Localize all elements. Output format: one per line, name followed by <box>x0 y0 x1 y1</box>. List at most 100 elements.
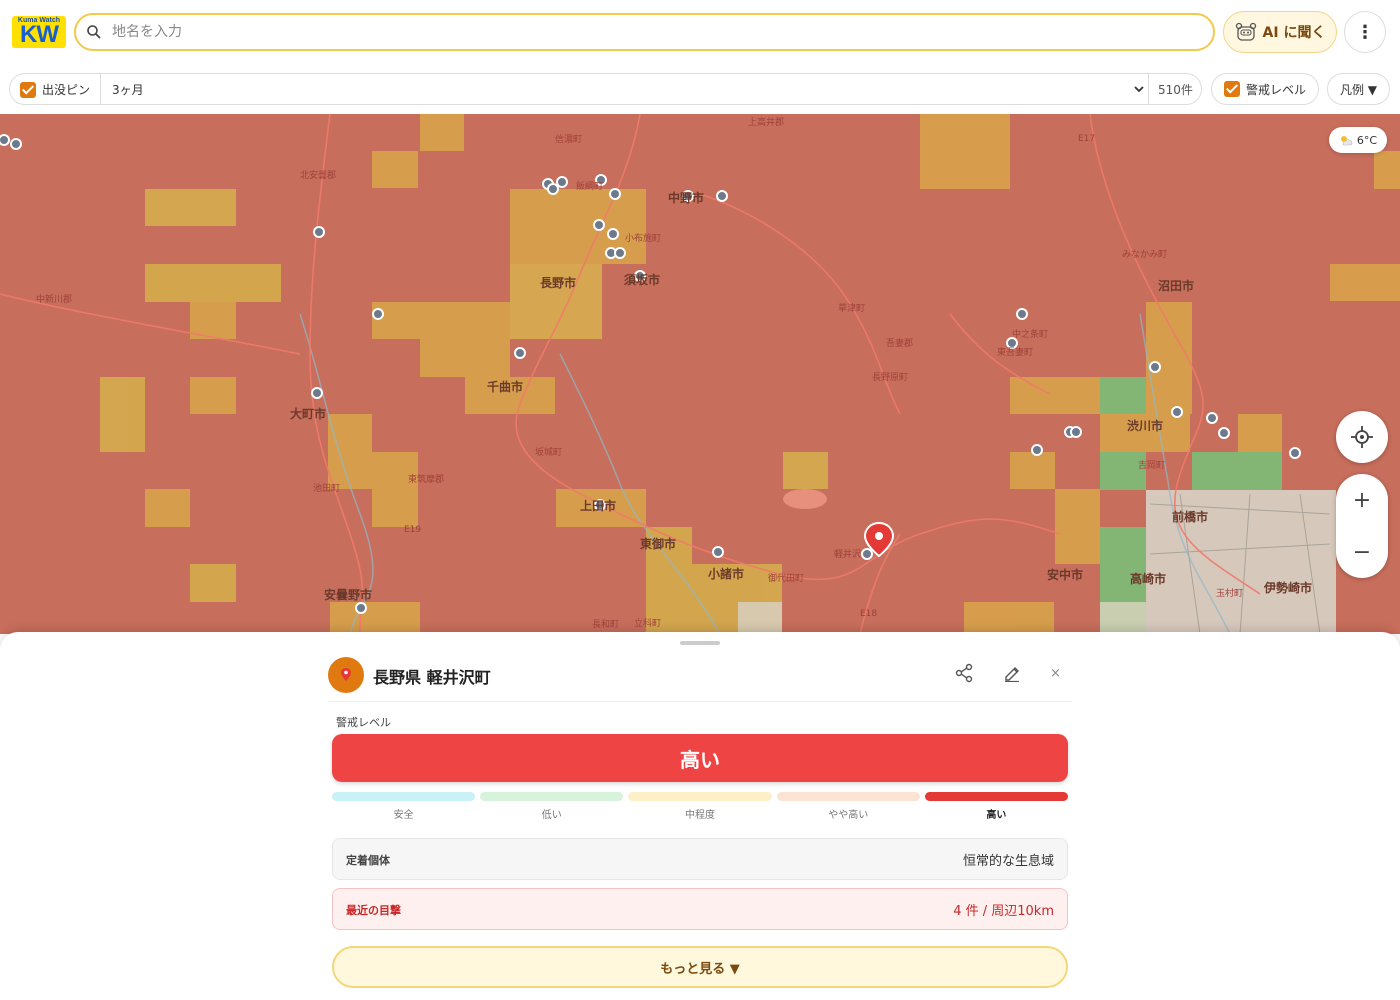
top-bar: Kuma Watch KW AI に聞く ⋮ <box>0 0 1400 64</box>
map-place-label: 高崎市 <box>1130 572 1167 586</box>
app-logo[interactable]: Kuma Watch KW <box>12 16 66 48</box>
location-avatar <box>328 657 364 693</box>
alert-level-toggle[interactable]: 警戒レベル <box>1211 73 1319 105</box>
crosshair-icon <box>1351 426 1373 448</box>
pin-filter-group: 出没ピン 3ヶ月 510件 <box>9 73 1202 105</box>
scale-item: 安全 <box>332 792 476 822</box>
map-place-label: 東筑摩郡 <box>408 475 445 485</box>
map-place-label: 長野原町 <box>872 373 909 383</box>
zoom-in-button[interactable]: + <box>1336 474 1388 526</box>
pins-label: 出没ピン <box>42 83 91 97</box>
map-place-label: 安中市 <box>1047 568 1084 582</box>
map-place-label: 北安曇郡 <box>300 171 337 181</box>
map-place-label: 立科町 <box>634 619 662 629</box>
map-place-label: 御代田町 <box>768 574 805 584</box>
map-place-label: 吾妻郡 <box>886 339 914 349</box>
scale-bar <box>480 792 624 801</box>
kebab-icon: ⋮ <box>1356 21 1374 43</box>
ask-ai-button[interactable]: AI に聞く <box>1223 11 1337 53</box>
map-place-label: 吉岡町 <box>1138 461 1166 471</box>
scale-item: やや高い <box>776 792 920 822</box>
scale-label: やや高い <box>828 810 869 821</box>
map-place-label: 中新川郡 <box>36 295 73 305</box>
close-icon[interactable]: × <box>1050 666 1061 681</box>
map-place-label: みなかみ町 <box>1122 250 1168 260</box>
map-place-label: 安曇野市 <box>324 588 373 602</box>
weather-chip[interactable]: 6°C <box>1329 127 1387 153</box>
scale-bar <box>628 792 772 801</box>
partly-cloudy-icon <box>1340 136 1353 146</box>
search-box[interactable] <box>74 13 1215 51</box>
alert-level-label: 警戒レベル <box>1245 82 1306 97</box>
recent-sightings-key: 最近の目撃 <box>346 904 401 917</box>
map-view[interactable]: 長野市 須坂市 中野市千曲市大町市上田市東御市小諸市安曇野市 沼田市渋川市前橋市高崎市… <box>0 114 1400 634</box>
map-place-label: 長野市 <box>540 276 577 290</box>
temperature-label: 6°C <box>1356 133 1378 147</box>
map-place-label: 須坂市 <box>624 273 661 287</box>
map-place-label: 坂城町 <box>535 448 563 458</box>
scale-item: 低い <box>480 792 624 822</box>
map-place-label: 草津町 <box>838 304 866 314</box>
scale-label: 高い <box>986 810 1007 821</box>
zoom-controls: + − <box>1336 474 1388 578</box>
map-place-label: 小諸市 <box>708 567 745 581</box>
map-place-label: 大町市 <box>290 407 327 421</box>
location-title: 長野県 軽井沢町 <box>373 668 491 687</box>
map-place-label: 前橋市 <box>1172 510 1209 524</box>
share-icon[interactable] <box>954 663 974 683</box>
resident-value: 恒常的な生息域 <box>962 854 1054 869</box>
zoom-out-button[interactable]: − <box>1336 526 1388 578</box>
map-place-label: 長和町 <box>592 620 620 630</box>
more-menu-button[interactable]: ⋮ <box>1344 11 1386 53</box>
map-place-label: E18 <box>860 609 878 619</box>
drag-handle[interactable] <box>680 641 720 645</box>
map-place-label: 上田市 <box>580 499 617 513</box>
alert-level-heading: 警戒レベル <box>336 716 391 729</box>
map-pin-icon <box>341 668 351 681</box>
map-place-label: E17 <box>1078 134 1096 144</box>
map-place-label: 中之条町 <box>1012 330 1049 340</box>
search-input[interactable] <box>112 21 1192 43</box>
map-place-label: 中野市 <box>668 191 705 205</box>
recent-sightings-row[interactable]: 最近の目撃 4 件 / 周辺10km <box>332 888 1068 930</box>
chevron-down-icon[interactable] <box>1133 80 1145 98</box>
scale-label: 低い <box>541 810 562 821</box>
alert-level-scale: 安全 低い 中程度 やや高い 高い <box>332 792 1069 822</box>
map-place-label: 渋川市 <box>1127 419 1164 433</box>
logo-mark: KW <box>20 21 59 48</box>
scale-label: 中程度 <box>685 810 715 821</box>
scale-item: 中程度 <box>628 792 772 822</box>
location-detail-sheet: 長野県 軽井沢町 × 警戒レベル 高い 安全 低い 中程度 やや高い 高い 定着個体 恒… <box>0 632 1400 1000</box>
alert-level-checkbox[interactable] <box>1223 81 1240 97</box>
legend-button[interactable]: 凡例 ▼ <box>1327 73 1390 105</box>
period-select[interactable]: 3ヶ月 <box>112 81 144 98</box>
lake <box>783 489 827 509</box>
resident-key: 定着個体 <box>346 854 390 867</box>
sighting-count: 510件 <box>1158 83 1193 97</box>
locate-button[interactable] <box>1336 411 1388 463</box>
ask-ai-label: AI に聞く <box>1262 25 1326 41</box>
divider <box>1148 74 1149 104</box>
map-place-label: 沼田市 <box>1158 279 1195 293</box>
edit-icon[interactable] <box>1002 662 1022 682</box>
pins-checkbox[interactable] <box>20 81 36 98</box>
map-place-label: 信濃町 <box>555 135 583 145</box>
pins-toggle[interactable]: 出没ピン <box>20 81 90 98</box>
scale-bar <box>332 792 476 801</box>
bear-robot-icon <box>1235 22 1256 41</box>
search-icon <box>87 25 101 39</box>
divider <box>100 74 101 104</box>
location-header: 長野県 軽井沢町 × <box>328 656 1072 702</box>
map-place-label: 伊勢崎市 <box>1264 581 1313 595</box>
map-place-label: 東御市 <box>640 537 677 551</box>
map-place-label: 千曲市 <box>487 380 524 394</box>
show-more-button[interactable]: もっと見る ▼ <box>332 946 1068 988</box>
scale-item: 高い <box>924 792 1069 822</box>
alert-level-value: 高い <box>332 734 1068 782</box>
scale-bar <box>776 792 920 801</box>
scale-label: 安全 <box>393 810 414 821</box>
resident-row: 定着個体 恒常的な生息域 <box>332 838 1068 880</box>
scale-bar <box>924 792 1069 801</box>
recent-sightings-value: 4 件 / 周辺10km <box>953 904 1054 919</box>
map-place-label: 小布施町 <box>625 234 662 244</box>
